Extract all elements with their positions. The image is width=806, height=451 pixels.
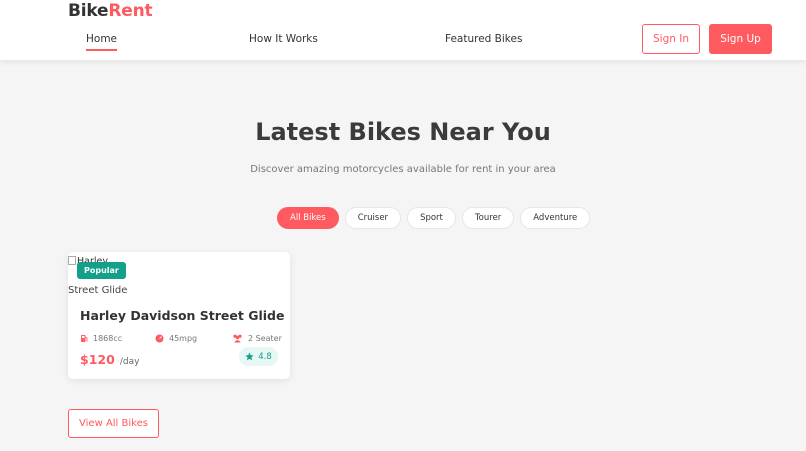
spec-engine-value: 1868cc: [93, 334, 123, 343]
sign-up-button[interactable]: Sign Up: [709, 24, 772, 54]
bike-price: $120 /day: [80, 349, 139, 368]
users-icon: [233, 334, 242, 343]
filter-chips: All Bikes Cruiser Sport Tourer Adventure: [277, 207, 591, 229]
bike-specs: 1868cc 45mpg 2 Seater: [80, 334, 282, 343]
view-all-bikes-button[interactable]: View All Bikes: [68, 409, 159, 438]
sign-in-button[interactable]: Sign In: [642, 24, 700, 54]
spec-engine: 1868cc: [80, 334, 155, 343]
spec-mileage: 45mpg: [155, 334, 232, 343]
nav-how-it-works-link[interactable]: How It Works: [249, 33, 318, 45]
filter-tourer[interactable]: Tourer: [461, 207, 515, 229]
bike-name[interactable]: Harley Davidson Street Glide: [80, 308, 284, 323]
section-title: Latest Bikes Near You: [255, 118, 551, 146]
fuel-pump-icon: [81, 335, 88, 342]
filter-sport[interactable]: Sport: [407, 207, 456, 229]
nav-featured-bikes-link[interactable]: Featured Bikes: [445, 33, 522, 45]
filter-adventure[interactable]: Adventure: [520, 207, 591, 229]
bike-image-alt-text-line2: Street Glide: [68, 285, 128, 296]
broken-image-icon: [68, 256, 76, 265]
top-navbar: BikeRent Home How It Works Featured Bike…: [0, 0, 806, 60]
gauge-icon: [155, 334, 164, 343]
star-icon: [245, 352, 254, 361]
filter-all-bikes[interactable]: All Bikes: [277, 207, 339, 229]
spec-seats-value: 2 Seater: [248, 334, 282, 343]
spec-mileage-value: 45mpg: [169, 334, 198, 343]
section-subtitle: Discover amazing motorcycles available f…: [250, 164, 556, 175]
rating-value: 4.8: [258, 351, 272, 362]
bike-card[interactable]: Harley Street Glide Popular Harley David…: [68, 252, 290, 379]
rating-badge: 4.8: [239, 347, 278, 366]
popular-badge: Popular: [77, 262, 126, 279]
spec-seats: 2 Seater: [232, 334, 282, 343]
brand-logo-part2: Rent: [108, 1, 153, 21]
price-period: /day: [119, 357, 140, 367]
price-amount: $120: [80, 352, 115, 367]
nav-home-link[interactable]: Home: [86, 33, 118, 51]
brand-logo-part1: Bike: [68, 1, 109, 21]
brand-logo[interactable]: BikeRent: [68, 1, 153, 21]
filter-cruiser[interactable]: Cruiser: [344, 207, 402, 229]
